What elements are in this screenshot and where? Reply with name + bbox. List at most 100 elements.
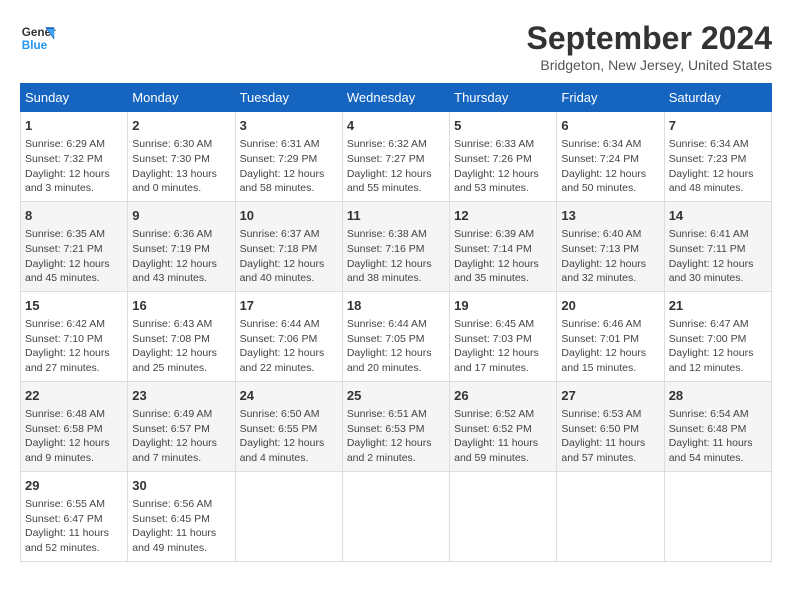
calendar-cell: 8 Sunrise: 6:35 AMSunset: 7:21 PMDaylight… [21, 201, 128, 291]
calendar-cell: 1Sunrise: 6:29 AMSunset: 7:32 PMDaylight… [21, 112, 128, 202]
calendar-cell: 7Sunrise: 6:34 AMSunset: 7:23 PMDaylight… [664, 112, 771, 202]
daylight: Daylight: 12 hours and 32 minutes. [561, 257, 659, 286]
calendar-cell: 4Sunrise: 6:32 AMSunset: 7:27 PMDaylight… [342, 112, 449, 202]
sunset: Sunset: 7:24 PM [561, 152, 659, 167]
sunrise: Sunrise: 6:46 AM [561, 317, 659, 332]
daylight: Daylight: 12 hours and 12 minutes. [669, 346, 767, 375]
sunrise: Sunrise: 6:41 AM [669, 227, 767, 242]
daylight: Daylight: 12 hours and 27 minutes. [25, 346, 123, 375]
daylight: Daylight: 12 hours and 53 minutes. [454, 167, 552, 196]
sunset: Sunset: 7:21 PM [25, 242, 123, 257]
day-number: 22 [25, 387, 123, 405]
sunset: Sunset: 7:08 PM [132, 332, 230, 347]
calendar-cell: 23Sunrise: 6:49 AMSunset: 6:57 PMDayligh… [128, 381, 235, 471]
sunrise: Sunrise: 6:42 AM [25, 317, 123, 332]
day-number: 4 [347, 117, 445, 135]
daylight: Daylight: 12 hours and 58 minutes. [240, 167, 338, 196]
logo-icon: General Blue [20, 20, 56, 56]
sunrise: Sunrise: 6:32 AM [347, 137, 445, 152]
daylight: Daylight: 12 hours and 9 minutes. [25, 436, 123, 465]
sunrise: Sunrise: 6:39 AM [454, 227, 552, 242]
sunrise: Sunrise: 6:45 AM [454, 317, 552, 332]
daylight: Daylight: 12 hours and 35 minutes. [454, 257, 552, 286]
day-number: 6 [561, 117, 659, 135]
sunset: Sunset: 7:26 PM [454, 152, 552, 167]
day-number: 12 [454, 207, 552, 225]
sunset: Sunset: 6:55 PM [240, 422, 338, 437]
day-number: 3 [240, 117, 338, 135]
day-number: 7 [669, 117, 767, 135]
daylight: Daylight: 11 hours and 52 minutes. [25, 526, 123, 555]
calendar-cell: 2Sunrise: 6:30 AMSunset: 7:30 PMDaylight… [128, 112, 235, 202]
day-number: 10 [240, 207, 338, 225]
daylight: Daylight: 13 hours and 0 minutes. [132, 167, 230, 196]
daylight: Daylight: 11 hours and 57 minutes. [561, 436, 659, 465]
sunset: Sunset: 7:11 PM [669, 242, 767, 257]
calendar-cell: 29Sunrise: 6:55 AMSunset: 6:47 PMDayligh… [21, 471, 128, 561]
daylight: Daylight: 12 hours and 7 minutes. [132, 436, 230, 465]
calendar-cell: 5Sunrise: 6:33 AMSunset: 7:26 PMDaylight… [450, 112, 557, 202]
sunset: Sunset: 7:06 PM [240, 332, 338, 347]
daylight: Daylight: 12 hours and 30 minutes. [669, 257, 767, 286]
calendar-cell: 18Sunrise: 6:44 AMSunset: 7:05 PMDayligh… [342, 291, 449, 381]
day-number: 23 [132, 387, 230, 405]
calendar-cell: 12 Sunrise: 6:39 AMSunset: 7:14 PMDayligh… [450, 201, 557, 291]
sunset: Sunset: 7:00 PM [669, 332, 767, 347]
sunrise: Sunrise: 6:51 AM [347, 407, 445, 422]
sunset: Sunset: 6:57 PM [132, 422, 230, 437]
week-row-3: 15Sunrise: 6:42 AMSunset: 7:10 PMDayligh… [21, 291, 772, 381]
sunset: Sunset: 6:58 PM [25, 422, 123, 437]
daylight: Daylight: 12 hours and 15 minutes. [561, 346, 659, 375]
daylight: Daylight: 12 hours and 40 minutes. [240, 257, 338, 286]
day-number: 13 [561, 207, 659, 225]
sunset: Sunset: 7:27 PM [347, 152, 445, 167]
calendar-cell: 11Sunrise: 6:38 AMSunset: 7:16 PMDayligh… [342, 201, 449, 291]
calendar-cell: 17Sunrise: 6:44 AMSunset: 7:06 PMDayligh… [235, 291, 342, 381]
week-row-5: 29Sunrise: 6:55 AMSunset: 6:47 PMDayligh… [21, 471, 772, 561]
sunrise: Sunrise: 6:35 AM [25, 227, 123, 242]
daylight: Daylight: 11 hours and 49 minutes. [132, 526, 230, 555]
sunset: Sunset: 6:45 PM [132, 512, 230, 527]
calendar-cell [342, 471, 449, 561]
sunset: Sunset: 6:47 PM [25, 512, 123, 527]
sunrise: Sunrise: 6:38 AM [347, 227, 445, 242]
day-number: 11 [347, 207, 445, 225]
sunset: Sunset: 7:05 PM [347, 332, 445, 347]
calendar-cell: 28Sunrise: 6:54 AMSunset: 6:48 PMDayligh… [664, 381, 771, 471]
daylight: Daylight: 12 hours and 45 minutes. [25, 257, 123, 286]
calendar-cell: 26Sunrise: 6:52 AMSunset: 6:52 PMDayligh… [450, 381, 557, 471]
daylight: Daylight: 11 hours and 54 minutes. [669, 436, 767, 465]
daylight: Daylight: 12 hours and 2 minutes. [347, 436, 445, 465]
sunrise: Sunrise: 6:34 AM [561, 137, 659, 152]
sunrise: Sunrise: 6:48 AM [25, 407, 123, 422]
sunset: Sunset: 7:14 PM [454, 242, 552, 257]
sunrise: Sunrise: 6:30 AM [132, 137, 230, 152]
svg-text:Blue: Blue [22, 39, 48, 52]
sunrise: Sunrise: 6:44 AM [347, 317, 445, 332]
daylight: Daylight: 12 hours and 4 minutes. [240, 436, 338, 465]
day-number: 27 [561, 387, 659, 405]
calendar-cell: 3Sunrise: 6:31 AMSunset: 7:29 PMDaylight… [235, 112, 342, 202]
col-header-sunday: Sunday [21, 84, 128, 112]
week-row-1: 1Sunrise: 6:29 AMSunset: 7:32 PMDaylight… [21, 112, 772, 202]
calendar-cell: 20Sunrise: 6:46 AMSunset: 7:01 PMDayligh… [557, 291, 664, 381]
daylight: Daylight: 12 hours and 43 minutes. [132, 257, 230, 286]
day-number: 1 [25, 117, 123, 135]
logo: General Blue [20, 20, 56, 56]
sunrise: Sunrise: 6:47 AM [669, 317, 767, 332]
col-header-friday: Friday [557, 84, 664, 112]
day-number: 14 [669, 207, 767, 225]
daylight: Daylight: 12 hours and 25 minutes. [132, 346, 230, 375]
sunrise: Sunrise: 6:29 AM [25, 137, 123, 152]
day-number: 8 [25, 207, 123, 225]
day-number: 24 [240, 387, 338, 405]
calendar-cell: 19Sunrise: 6:45 AMSunset: 7:03 PMDayligh… [450, 291, 557, 381]
sunset: Sunset: 7:10 PM [25, 332, 123, 347]
day-number: 19 [454, 297, 552, 315]
sunset: Sunset: 7:30 PM [132, 152, 230, 167]
day-number: 5 [454, 117, 552, 135]
col-header-wednesday: Wednesday [342, 84, 449, 112]
daylight: Daylight: 11 hours and 59 minutes. [454, 436, 552, 465]
sunset: Sunset: 7:13 PM [561, 242, 659, 257]
calendar-cell: 22 Sunrise: 6:48 AMSunset: 6:58 PMDayligh… [21, 381, 128, 471]
